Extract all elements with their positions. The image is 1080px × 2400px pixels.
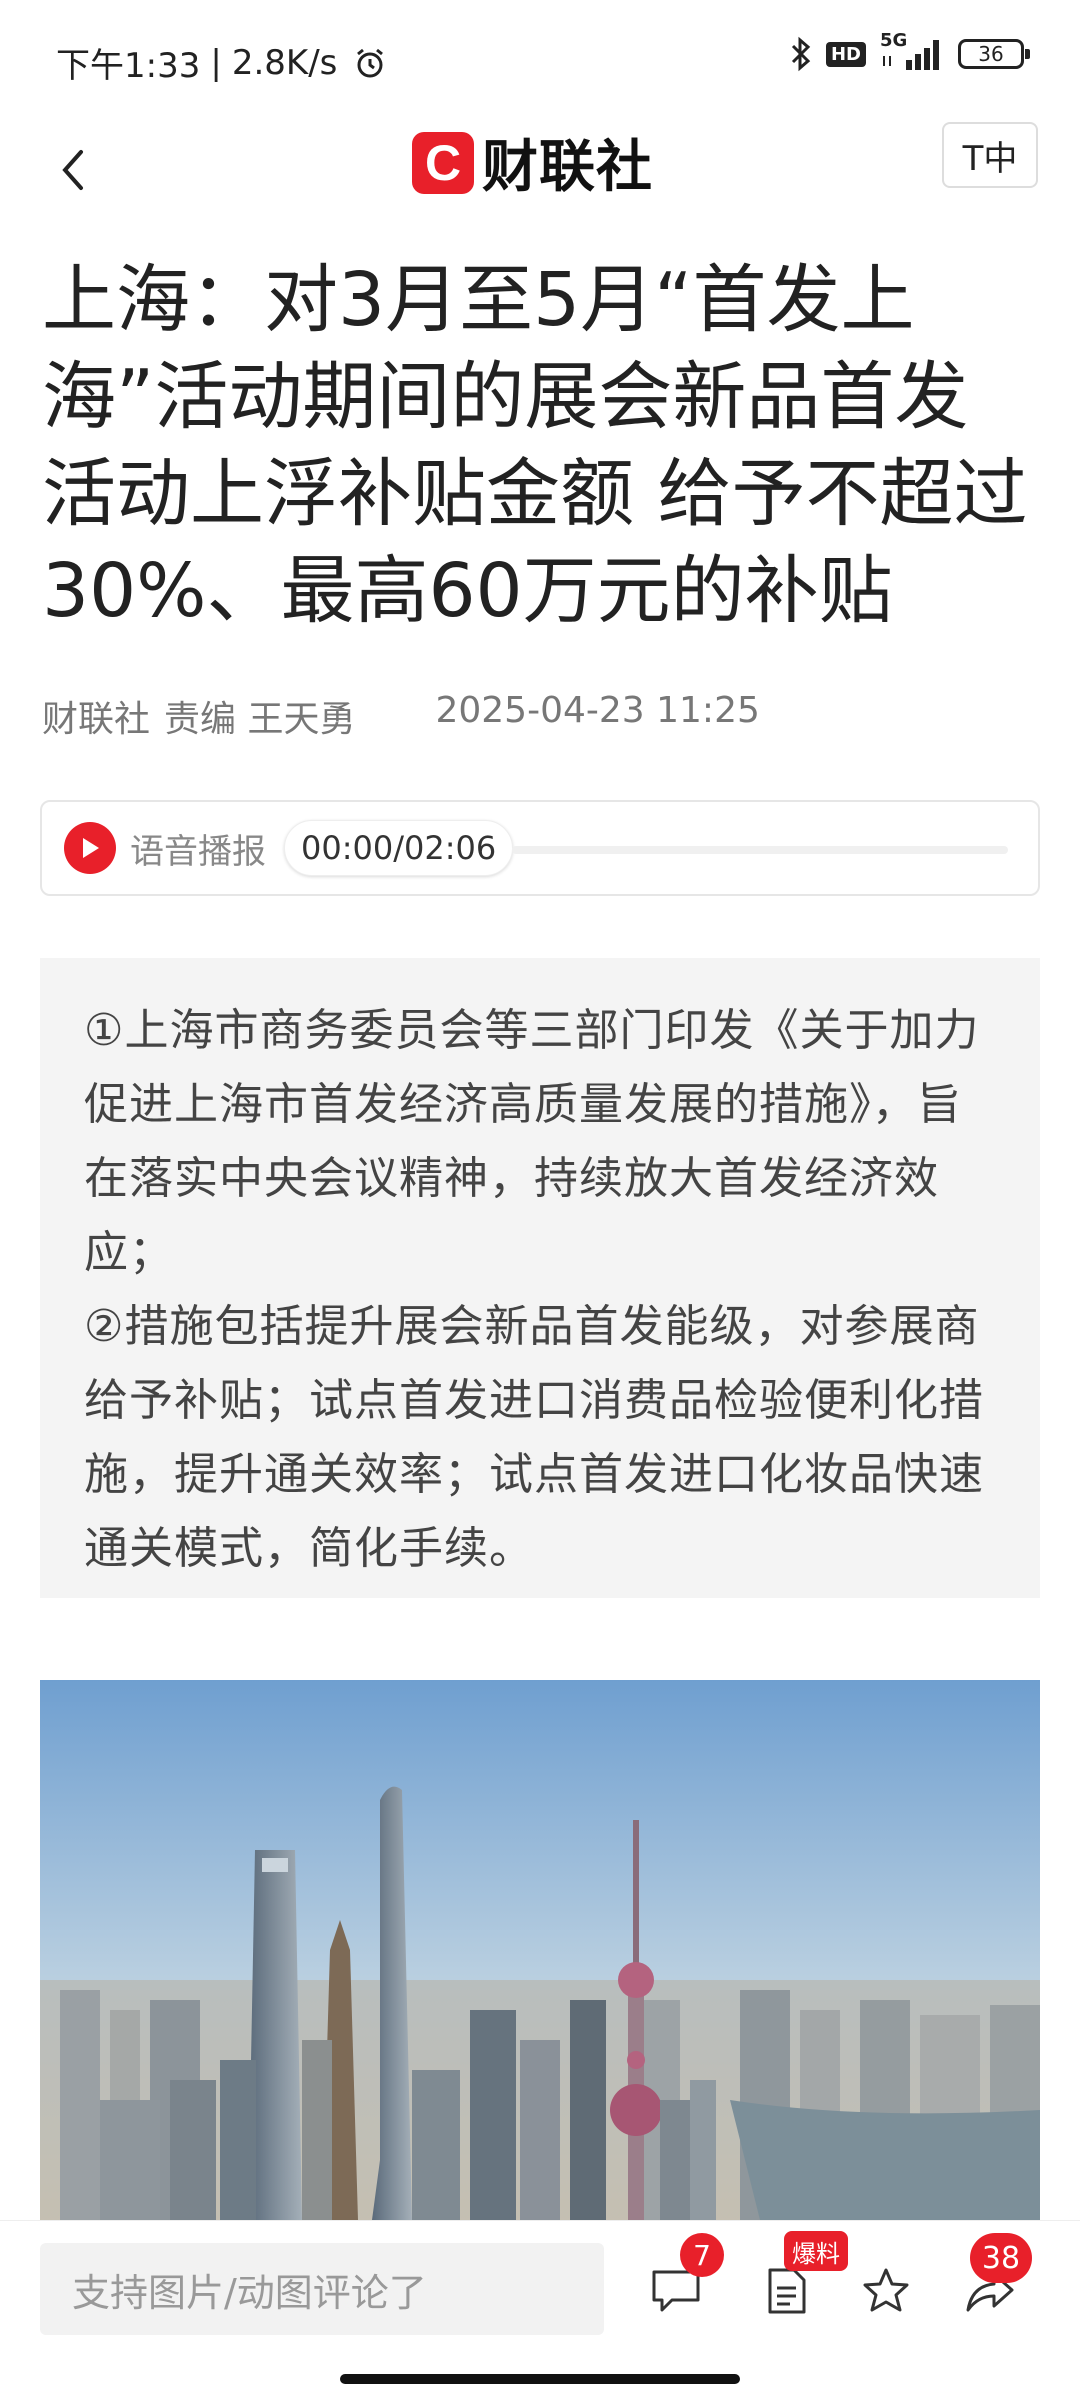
share-count-badge: 38 — [970, 2233, 1032, 2283]
logo-text: 财联社 — [482, 135, 653, 200]
bluetooth-icon — [791, 36, 811, 72]
audio-time: 00:00/02:06 — [284, 820, 514, 876]
signal-group: 5G — [880, 30, 944, 72]
audio-player: 语音播报 00:00/02:06 — [40, 800, 1040, 896]
favorite-button[interactable] — [856, 2261, 916, 2321]
shanghai-skyline-image — [40, 1680, 1040, 2220]
status-time: 下午1:33 — [56, 46, 201, 86]
article-header: C 财联社 T中 — [0, 110, 1080, 250]
status-left: 下午1:33 | 2.8K/s — [56, 38, 387, 87]
comment-input[interactable]: 支持图片/动图评论了 — [40, 2243, 604, 2335]
bottom-action-bar: 支持图片/动图评论了 7 爆料 38 — [0, 2220, 1080, 2400]
chevron-left-icon — [62, 150, 83, 190]
app-logo: C 财联社 — [412, 122, 653, 203]
font-size-button[interactable]: T中 — [942, 122, 1038, 188]
back-button[interactable] — [42, 130, 102, 210]
article-editor: 责编 王天勇 — [164, 699, 356, 740]
comment-count-badge: 7 — [680, 2233, 724, 2277]
hd-badge: HD — [825, 41, 866, 67]
article-image[interactable] — [40, 1680, 1040, 2220]
article-title: 上海：对3月至5月“首发上海”活动期间的展会新品首发活动上浮补贴金额 给予不超过… — [42, 257, 1028, 634]
document-icon — [768, 2268, 806, 2314]
article-summary: ①上海市商务委员会等三部门印发《关于加力促进上海市首发经济高质量发展的措施》，旨… — [40, 958, 1040, 1598]
play-icon — [83, 838, 99, 858]
article-source: 财联社 — [42, 699, 151, 740]
summary-paragraph-1: ①上海市商务委员会等三部门印发《关于加力促进上海市首发经济高质量发展的措施》，旨… — [84, 1005, 980, 1278]
report-badge: 爆料 — [784, 2231, 848, 2271]
status-divider: | — [210, 42, 222, 83]
article-meta: 财联社 责编 王天勇 2025-04-23 11:25 — [42, 690, 760, 742]
audio-progress-track[interactable] — [512, 846, 1008, 854]
signal-icon — [883, 40, 939, 70]
article-datetime: 2025-04-23 11:25 — [435, 690, 760, 731]
star-icon — [863, 2268, 909, 2312]
status-bar: 下午1:33 | 2.8K/s HD 5G 36 — [0, 0, 1080, 120]
net-speed: 2.8K/s — [231, 42, 338, 83]
battery-indicator: 36 — [958, 39, 1030, 69]
status-right: HD 5G 36 — [790, 30, 1030, 72]
summary-paragraph-2: ②措施包括提升展会新品首发能级，对参展商给予补贴；试点首发进口消费品检验便利化措… — [84, 1301, 984, 1574]
home-indicator[interactable] — [340, 2374, 740, 2384]
play-button[interactable] — [64, 822, 116, 874]
audio-label: 语音播报 — [130, 831, 266, 872]
alarm-icon — [357, 48, 384, 77]
logo-mark: C — [412, 131, 474, 194]
